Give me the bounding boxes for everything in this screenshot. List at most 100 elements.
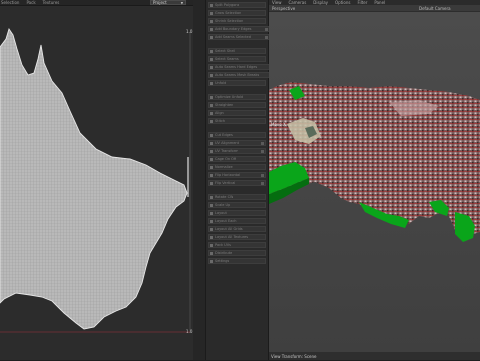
tool-icon [210, 19, 213, 23]
tool-icon [210, 95, 213, 99]
chevron-down-icon: ▼ [180, 0, 183, 5]
tool-button[interactable]: Optimize Unfold [208, 94, 266, 100]
tool-button[interactable]: Auto Seams Mesh Breaks [208, 72, 270, 78]
tool-icon [210, 219, 213, 223]
tool-label: Distribute [215, 251, 233, 255]
tool-option-icon[interactable] [261, 174, 264, 177]
tool-option-icon[interactable] [261, 150, 264, 153]
tool-label: Split Polygons [215, 3, 240, 7]
uv-project-dropdown[interactable]: Project ▼ [150, 0, 186, 5]
viewport-panel: View Cameras Display Options Filter Pane… [269, 0, 480, 360]
tool-button[interactable]: Align [208, 110, 266, 116]
uv-menu-textures[interactable]: Textures [43, 0, 60, 5]
uv-menu-selection[interactable]: Selection [1, 0, 19, 5]
uv-editor-panel: Selection Pack Textures Project ▼ 1.0 1.… [0, 0, 205, 360]
tool-icon [210, 81, 213, 85]
tool-icon [210, 35, 213, 39]
tool-button[interactable]: Grow Selection [208, 10, 266, 16]
tool-label: Select Shell [215, 49, 236, 53]
tool-button[interactable]: Settings [208, 258, 266, 264]
tool-button[interactable]: Pack UVs [208, 242, 266, 248]
tool-label: Scale Up [215, 203, 231, 207]
tool-label: Rotate CW [215, 195, 234, 199]
tool-button[interactable]: Auto Seams Hard Edges [208, 64, 270, 70]
tool-label: Align [215, 111, 224, 115]
tool-icon [210, 227, 213, 231]
tool-button[interactable]: Flip Horizontal [208, 172, 266, 178]
uv-corner-bottom-label: 1.0 [186, 329, 193, 334]
tool-button[interactable]: UV Alignment [208, 140, 266, 146]
tool-icon [210, 65, 213, 69]
uv-tool-column: Split Polygons Grow Selection Shrink Selec… [205, 0, 270, 360]
uv-vertical-scroll-area[interactable] [193, 0, 205, 360]
tool-button[interactable]: Distribute [208, 250, 266, 256]
tool-icon [210, 203, 213, 207]
uv-project-dropdown-value: Project [153, 0, 167, 5]
uv-canvas[interactable]: 1.0 1.0 [0, 7, 205, 360]
tool-icon [210, 57, 213, 61]
tool-button[interactable]: Add Boundary Edges [208, 26, 270, 32]
tool-label: Stitch [215, 119, 226, 123]
tool-label: Cut Edges [215, 133, 233, 137]
tool-button[interactable]: Layout All Grids [208, 226, 266, 232]
tool-button[interactable]: Select Seams [208, 56, 266, 62]
tool-icon [210, 27, 213, 31]
viewport-footer: View Transform: Scene [269, 352, 480, 360]
tool-label: Pack UVs [215, 243, 231, 247]
tool-button[interactable]: UV Transform [208, 148, 266, 154]
viewport-footer-text: View Transform: Scene [271, 353, 317, 359]
tool-button[interactable]: Rotate CW [208, 194, 266, 200]
tool-button[interactable]: Straighten [208, 102, 266, 108]
tool-button[interactable]: Stitch [208, 118, 266, 124]
uv-menu-pack[interactable]: Pack [26, 0, 35, 5]
tool-button[interactable]: Cage On Off [208, 156, 266, 162]
tool-icon [210, 251, 213, 255]
tool-button[interactable]: Select Shell [208, 48, 266, 54]
tool-label: UV Transform [215, 149, 239, 153]
tool-label: Unfold [215, 81, 227, 85]
tool-button[interactable]: Normalize [208, 164, 266, 170]
tool-icon [210, 133, 213, 137]
tool-button[interactable]: Flip Vertical [208, 180, 266, 186]
tool-button[interactable]: Cut Edges [208, 132, 266, 138]
tool-label: Grow Selection [215, 11, 242, 15]
tool-button[interactable]: Split Polygons [208, 2, 266, 8]
tool-label: Layout All Grids [215, 227, 243, 231]
tool-button[interactable]: Scale Up [208, 202, 266, 208]
tool-button[interactable]: Layout All Textures [208, 234, 266, 240]
tool-icon [210, 181, 213, 185]
tool-label: Flip Horizontal [215, 173, 241, 177]
viewport-camera-name[interactable]: Default Camera [419, 6, 451, 11]
tool-icon [210, 195, 213, 199]
tool-option-icon[interactable] [265, 28, 268, 31]
tool-icon [210, 119, 213, 123]
tool-label: Select Seams [215, 57, 239, 61]
tool-button[interactable]: Add Seams Selected [208, 34, 270, 40]
tool-label: Auto Seams Mesh Breaks [215, 73, 260, 77]
tool-button[interactable]: Shrink Selection [208, 18, 266, 24]
tool-icon [210, 165, 213, 169]
tool-icon [210, 235, 213, 239]
tool-option-icon[interactable] [261, 182, 264, 185]
tool-label: Add Seams Selected [215, 35, 251, 39]
viewport-view-name: Perspective [272, 6, 296, 11]
tool-button[interactable]: Unfold [208, 80, 266, 86]
tool-button[interactable]: Layout [208, 210, 266, 216]
tool-button[interactable]: Layout Each [208, 218, 266, 224]
tool-label: UV Alignment [215, 141, 240, 145]
tool-option-icon[interactable] [265, 36, 268, 39]
tool-label: Auto Seams Hard Edges [215, 65, 258, 69]
tool-label: Add Boundary Edges [215, 27, 252, 31]
tool-icon [210, 111, 213, 115]
tool-icon [210, 11, 213, 15]
tool-icon [210, 259, 213, 263]
viewport-canvas[interactable]: Move X [269, 12, 480, 352]
tool-label: Normalize [215, 165, 233, 169]
tool-label: Layout [215, 211, 227, 215]
tool-option-icon[interactable] [261, 142, 264, 145]
tool-icon [210, 243, 213, 247]
tool-icon [210, 3, 213, 7]
viewport-axis-label: Move X [271, 122, 286, 127]
tool-label: Flip Vertical [215, 181, 236, 185]
tool-icon [210, 49, 213, 53]
